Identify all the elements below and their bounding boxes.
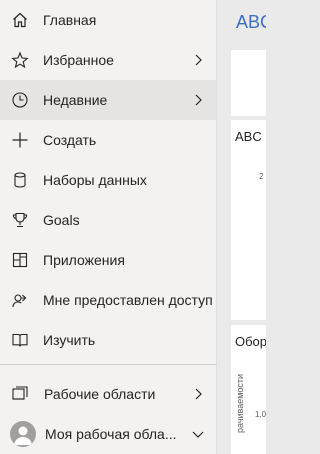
nav-item-learn[interactable]: Изучить <box>0 320 217 360</box>
nav-item-label: Изучить <box>43 332 96 348</box>
book-icon <box>11 331 29 349</box>
nav-item-label: Моя рабочая обла... <box>45 426 177 442</box>
nav-item-apps[interactable]: Приложения <box>0 240 217 280</box>
axis-tick-label: 2 <box>259 172 264 181</box>
nav-item-workspaces[interactable]: Рабочие области <box>0 374 217 414</box>
chevron-down-icon[interactable] <box>191 429 205 439</box>
home-icon <box>11 11 29 29</box>
nav-item-favorites[interactable]: Избранное <box>0 40 217 80</box>
nav-item-goals[interactable]: Goals <box>0 200 217 240</box>
nav-item-label: Мне предоставлен доступ <box>43 292 213 308</box>
left-navigation-pane: Главная Избранное Недавние Создать Набор… <box>0 0 217 454</box>
tile-title: ABC <box>235 129 262 144</box>
database-icon <box>11 171 29 189</box>
nav-item-label: Приложения <box>43 252 125 268</box>
nav-item-label: Главная <box>43 12 97 28</box>
nav-item-label: Создать <box>43 132 97 148</box>
axis-tick-label: 1,0 <box>255 410 266 419</box>
avatar <box>10 421 36 447</box>
workspaces-icon <box>11 385 29 403</box>
nav-item-datasets[interactable]: Наборы данных <box>0 160 217 200</box>
chevron-right-icon[interactable] <box>193 387 203 401</box>
page-title: ABC <box>236 12 266 32</box>
nav-item-create[interactable]: Создать <box>0 120 217 160</box>
clock-icon <box>11 91 29 109</box>
nav-item-shared-with-me[interactable]: Мне предоставлен доступ <box>0 280 217 320</box>
axis-label: рачиваемости <box>235 373 245 433</box>
chevron-right-icon[interactable] <box>193 53 203 67</box>
dashboard-tile[interactable] <box>231 50 266 116</box>
nav-item-my-workspace[interactable]: Моя рабочая обла... <box>0 414 217 454</box>
chevron-right-icon[interactable] <box>193 93 203 107</box>
tile-title: Обор <box>235 334 266 349</box>
nav-item-home[interactable]: Главная <box>0 0 217 40</box>
nav-item-label: Goals <box>43 212 80 228</box>
dashboard-tile[interactable]: Обор рачиваемости 1,0 <box>231 325 266 454</box>
nav-item-label: Недавние <box>43 92 108 108</box>
nav-item-recent[interactable]: Недавние <box>0 80 217 120</box>
shared-with-me-icon <box>11 291 29 309</box>
nav-divider <box>0 364 217 365</box>
apps-icon <box>11 251 29 269</box>
main-content: ABC ABC 2 Обор рачиваемости 1,0 <box>217 0 266 454</box>
nav-item-label: Рабочие области <box>44 386 156 402</box>
trophy-icon <box>11 211 29 229</box>
user-icon <box>14 426 32 445</box>
dashboard-tile[interactable]: ABC 2 <box>231 120 266 320</box>
nav-item-label: Избранное <box>43 52 114 68</box>
nav-item-label: Наборы данных <box>43 172 147 188</box>
plus-icon <box>11 131 29 149</box>
star-icon <box>11 51 29 69</box>
